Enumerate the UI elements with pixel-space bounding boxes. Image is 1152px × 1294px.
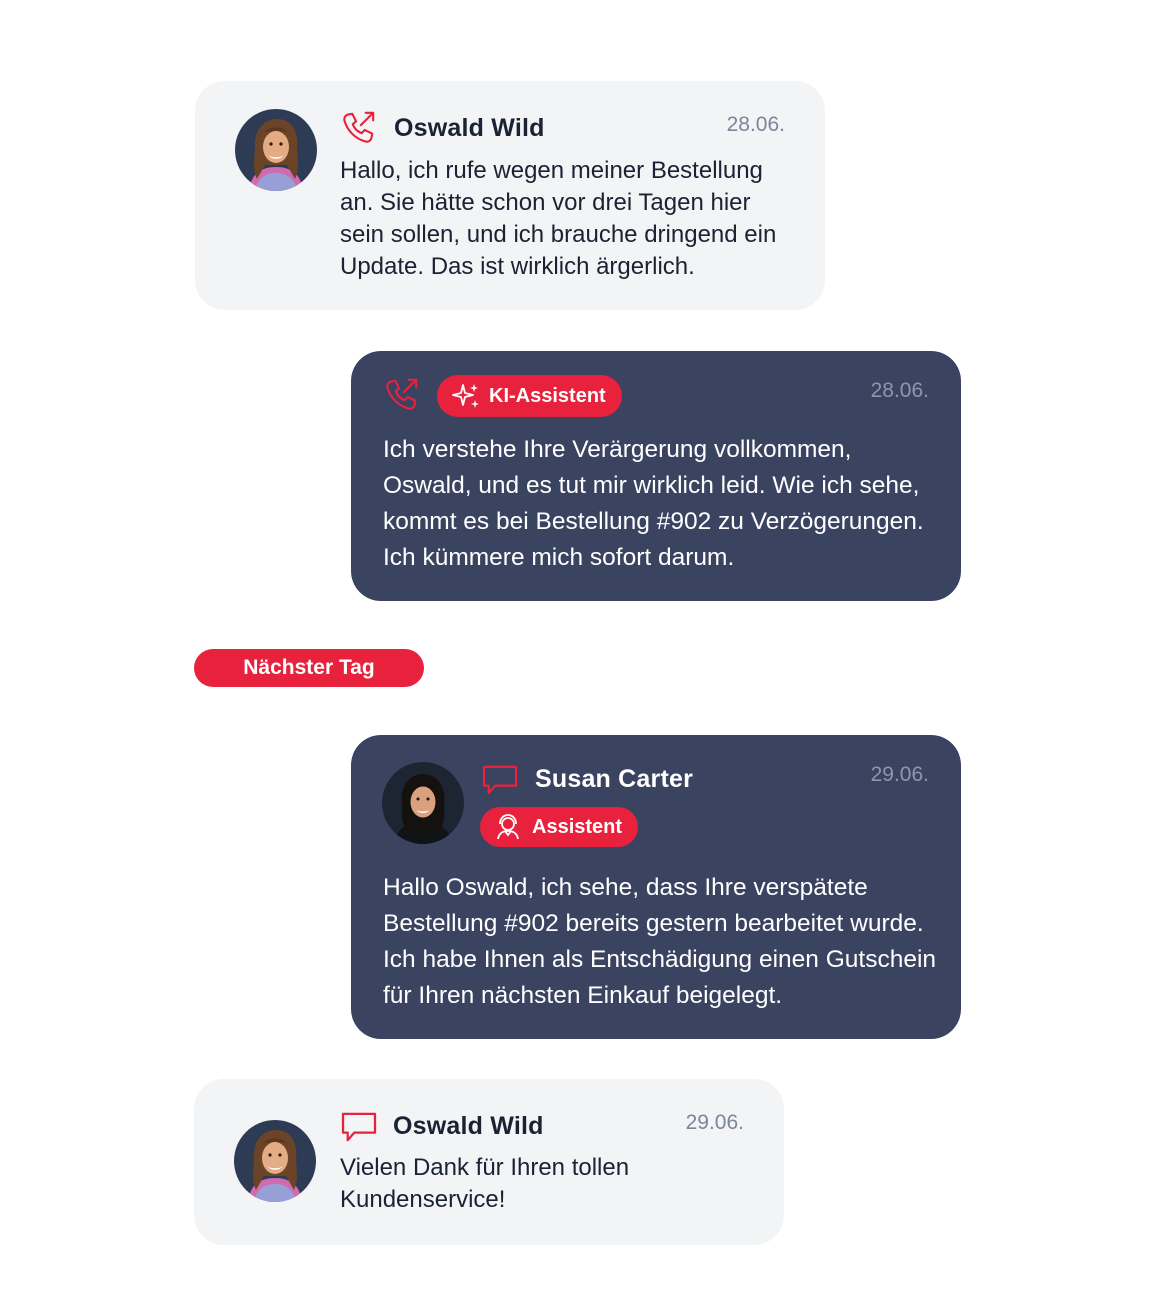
sparkles-icon (452, 384, 479, 408)
badge-label: Assistent (532, 815, 623, 838)
message-card: Oswald Wild 28.06. Hallo, ich rufe wegen… (195, 81, 825, 310)
chat-bubble-icon (481, 764, 519, 796)
avatar[interactable] (235, 109, 317, 191)
ai-assistant-badge: KI-Assistent (437, 375, 622, 417)
avatar[interactable] (382, 762, 464, 844)
sender-name: Oswald Wild (393, 1112, 544, 1140)
sender-name: Oswald Wild (394, 114, 545, 142)
day-divider-tag: Nächster Tag (194, 649, 424, 687)
message-card: Oswald Wild 29.06. Vielen Dank für Ihren… (194, 1079, 784, 1245)
assistant-badge: Assistent (480, 807, 639, 847)
badge-label: KI-Assistent (489, 384, 606, 407)
message-text: Ich verstehe Ihre Verärgerung vollkommen… (383, 436, 924, 571)
chat-bubble-icon (340, 1111, 378, 1143)
message-text: Vielen Dank für Ihren tollen Kundenservi… (340, 1154, 630, 1213)
message-text: Hallo, ich rufe wegen meiner Bestellung … (340, 157, 777, 280)
avatar[interactable] (234, 1120, 316, 1202)
message-card: Susan Carter 29.06. Assistent Hallo Oswa… (351, 735, 961, 1039)
sender-name: Susan Carter (535, 765, 694, 793)
message-text: Hallo Oswald, ich sehe, dass Ihre verspä… (383, 874, 937, 1009)
message-date: 29.06. (685, 1111, 744, 1134)
agent-icon (497, 814, 519, 840)
phone-call-icon (382, 376, 420, 414)
message-date: 28.06. (726, 113, 785, 136)
message-card: KI-Assistent 28.06. Ich verstehe Ihre Ve… (351, 351, 961, 601)
phone-call-icon (339, 109, 377, 147)
message-date: 29.06. (870, 763, 929, 786)
message-date: 28.06. (870, 379, 929, 402)
